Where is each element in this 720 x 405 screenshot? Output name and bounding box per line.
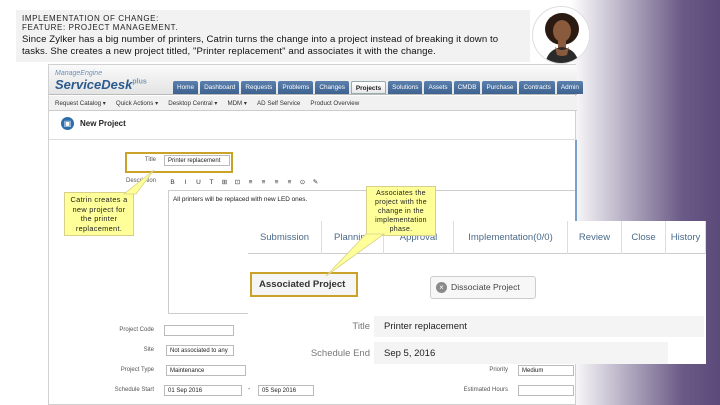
editor-button-1[interactable]: I <box>181 179 190 186</box>
phase-tab-submission[interactable]: Submission <box>248 221 322 254</box>
toolbar-item-0[interactable]: Request Catalog ▾ <box>55 100 106 107</box>
avatar <box>532 6 590 64</box>
main-tabs: Home Dashboard Requests Problems Changes Proj… <box>173 81 583 94</box>
logo-product-sup: plus <box>132 78 147 86</box>
toolbar-item-3[interactable]: MDM ▾ <box>227 100 247 107</box>
tab-home[interactable]: Home <box>173 81 199 94</box>
editor-button-6[interactable]: ≡ <box>246 179 255 186</box>
callout-left: Catrin creates a new project for the pri… <box>64 192 134 236</box>
editor-button-4[interactable]: ⊞ <box>220 178 229 186</box>
editor-button-11[interactable]: ✎ <box>311 178 320 186</box>
callout-right: Associates the project with the change i… <box>366 186 436 236</box>
editor-button-7[interactable]: ≡ <box>259 179 268 186</box>
site-select[interactable]: Not associated to any <box>166 345 234 356</box>
overlay-schedule-end-label: Schedule End <box>310 348 370 359</box>
phase-tab-implementation[interactable]: Implementation(0/0) <box>454 221 568 254</box>
toolbar-item-1[interactable]: Quick Actions ▾ <box>116 100 158 107</box>
tab-cmdb[interactable]: CMDB <box>453 81 481 94</box>
editor-button-10[interactable]: ⊙ <box>298 178 307 186</box>
project-code-input[interactable] <box>164 325 234 336</box>
page-title: New Project <box>80 119 126 128</box>
tab-requests[interactable]: Requests <box>241 81 277 94</box>
change-phase-tabs: Submission Planning Approval Implementation… <box>248 221 706 254</box>
project-icon: ▣ <box>61 117 74 130</box>
tab-assets[interactable]: Assets <box>424 81 452 94</box>
priority-select[interactable]: Medium <box>518 365 574 376</box>
overlay-title-value: Printer replacement <box>384 321 467 332</box>
priority-label: Priority <box>489 367 508 373</box>
tab-purchase[interactable]: Purchase <box>482 81 518 94</box>
date-range-dash: - <box>248 386 251 393</box>
tab-solutions[interactable]: Solutions <box>388 81 423 94</box>
phase-tab-close[interactable]: Close <box>622 221 666 254</box>
schedule-end-input[interactable]: 05 Sep 2016 <box>258 385 314 396</box>
project-type-select[interactable]: Maintenance <box>166 365 246 376</box>
schedule-start-input[interactable]: 01 Sep 2016 <box>164 385 242 396</box>
callout-left-pointer <box>122 169 155 195</box>
logo-product: ServiceDeskplus <box>55 77 147 92</box>
editor-button-5[interactable]: ⊡ <box>233 178 242 186</box>
schedule-start-label: Schedule Start <box>114 387 154 393</box>
site-label: Site <box>143 347 154 353</box>
person-avatar-icon <box>533 7 589 63</box>
tab-contracts[interactable]: Contracts <box>519 81 555 94</box>
caption-header-2: FEATURE: PROJECT MANAGEMENT. <box>22 23 179 32</box>
close-icon: × <box>436 282 447 293</box>
toolbar-item-5[interactable]: Product Overview <box>310 100 359 107</box>
project-code-label: Project Code <box>119 327 154 333</box>
toolbar-item-4[interactable]: AD Self Service <box>257 100 300 107</box>
dissociate-project-button[interactable]: × Dissociate Project <box>430 276 536 299</box>
phase-tab-review[interactable]: Review <box>568 221 622 254</box>
editor-button-9[interactable]: ≡ <box>285 179 294 186</box>
toolbar: Request Catalog ▾ Quick Actions ▾ Desktop … <box>49 96 577 111</box>
editor-button-8[interactable]: ≡ <box>272 179 281 186</box>
caption-header-1: IMPLEMENTATION OF CHANGE: <box>22 14 159 23</box>
phase-tab-history[interactable]: History <box>666 221 706 254</box>
estimated-hours-label: Estimated Hours <box>463 387 508 393</box>
editor-button-0[interactable]: B <box>168 179 177 186</box>
description-text: All printers will be replaced with new L… <box>173 196 308 203</box>
page-header: ▣ New Project <box>61 117 126 130</box>
tab-projects[interactable]: Projects <box>350 81 387 94</box>
caption-body: Since Zylker has a big number of printer… <box>22 34 499 57</box>
callout-right-pointer <box>325 233 386 277</box>
editor-button-3[interactable]: T <box>207 179 216 186</box>
divider <box>49 139 577 140</box>
overlay-schedule-end-value: Sep 5, 2016 <box>384 348 436 359</box>
estimated-hours-input[interactable] <box>518 385 574 396</box>
logo-product-text: ServiceDesk <box>55 77 133 92</box>
editor-button-2[interactable]: U <box>194 179 203 186</box>
slide-caption: IMPLEMENTATION OF CHANGE: FEATURE: PROJE… <box>16 10 530 62</box>
project-type-label: Project Type <box>120 367 154 373</box>
tab-admin[interactable]: Admin <box>556 81 583 94</box>
change-overlay-panel: Submission Planning Approval Implementation… <box>248 221 706 364</box>
dissociate-label: Dissociate Project <box>451 282 520 292</box>
top-bar: ManageEngine ServiceDeskplus Home Dashboa… <box>49 65 583 95</box>
tab-problems[interactable]: Problems <box>278 81 314 94</box>
tab-changes[interactable]: Changes <box>315 81 349 94</box>
toolbar-item-2[interactable]: Desktop Central ▾ <box>168 100 217 107</box>
logo-vendor: ManageEngine <box>55 70 103 77</box>
overlay-title-label: Title <box>352 321 370 332</box>
tab-dashboard[interactable]: Dashboard <box>200 81 240 94</box>
